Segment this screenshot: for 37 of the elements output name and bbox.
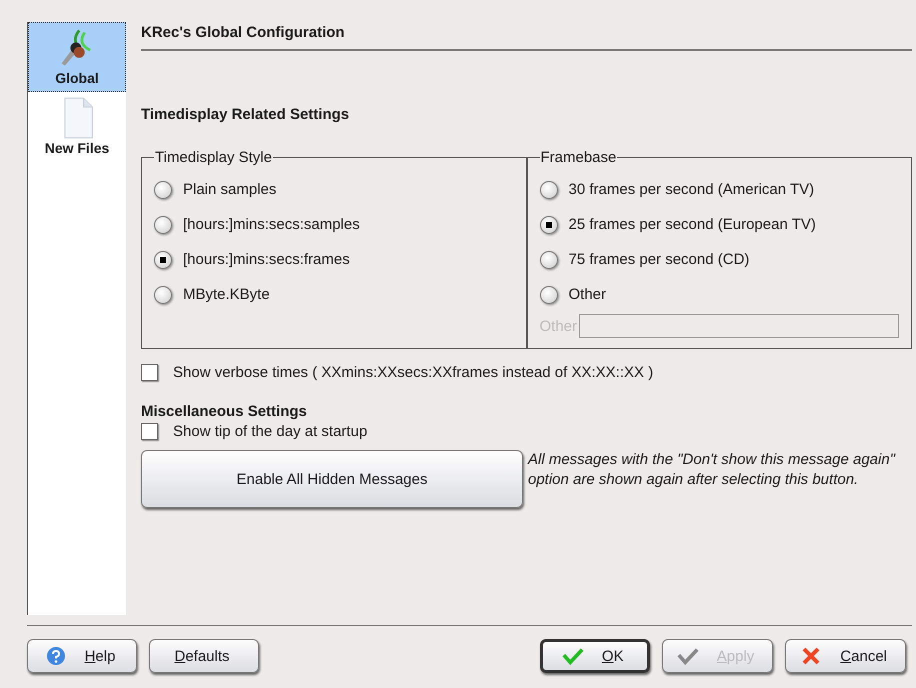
dialog-button[interactable]: Defaults — [149, 639, 259, 673]
radio-label: [hours:]mins:secs:samples — [183, 216, 360, 233]
section-title: Miscellaneous Settings — [141, 403, 308, 420]
info-text: All messages with the "Don't show this message again" option are shown again after selecting this button. — [528, 450, 896, 490]
close-icon — [800, 646, 822, 666]
radio-button[interactable] — [540, 250, 558, 268]
checkbox-label: Show verbose times ( XXmins:XXsecs:XXframes instead of XX:XX::XX ) — [173, 364, 654, 380]
dialog-button[interactable]: Help — [27, 639, 137, 673]
radio-button[interactable] — [154, 286, 172, 304]
group-title: Timedisplay Style — [154, 149, 273, 166]
page-title: KRec's Global Configuration — [141, 24, 346, 41]
radio-button[interactable] — [154, 180, 172, 198]
radio-label: 30 frames per second (American TV) — [568, 181, 814, 198]
radio-button[interactable] — [540, 180, 558, 198]
radio-label: MByte.KByte — [183, 286, 270, 303]
enable-messages-button[interactable]: Enable All Hidden Messages — [141, 450, 523, 508]
check-icon — [562, 646, 584, 666]
dialog-button[interactable]: Cancel — [785, 639, 906, 673]
dialog-button[interactable]: OK — [540, 639, 650, 673]
help-icon — [44, 646, 67, 666]
radio-label: 75 frames per second (CD) — [568, 251, 750, 268]
check-icon — [676, 646, 699, 666]
radio-label: Plain samples — [183, 181, 276, 198]
radio-label: Other — [568, 286, 606, 303]
radio-label: 25 frames per second (European TV) — [568, 216, 816, 233]
radio-button[interactable] — [540, 286, 558, 304]
checkbox-label: Show tip of the day at startup — [173, 422, 368, 440]
radio-button[interactable] — [154, 216, 172, 234]
sidebar-item[interactable]: Global — [28, 22, 126, 92]
checkbox[interactable] — [141, 364, 158, 380]
checkbox[interactable] — [141, 422, 158, 440]
group-title: Framebase — [540, 149, 618, 166]
radio-button[interactable] — [540, 216, 558, 234]
radio-label: [hours:]mins:secs:frames — [183, 251, 350, 268]
section-title: Timedisplay Related Settings — [141, 106, 350, 123]
radio-button[interactable] — [154, 250, 172, 268]
sidebar-item[interactable]: New Files — [28, 92, 126, 162]
